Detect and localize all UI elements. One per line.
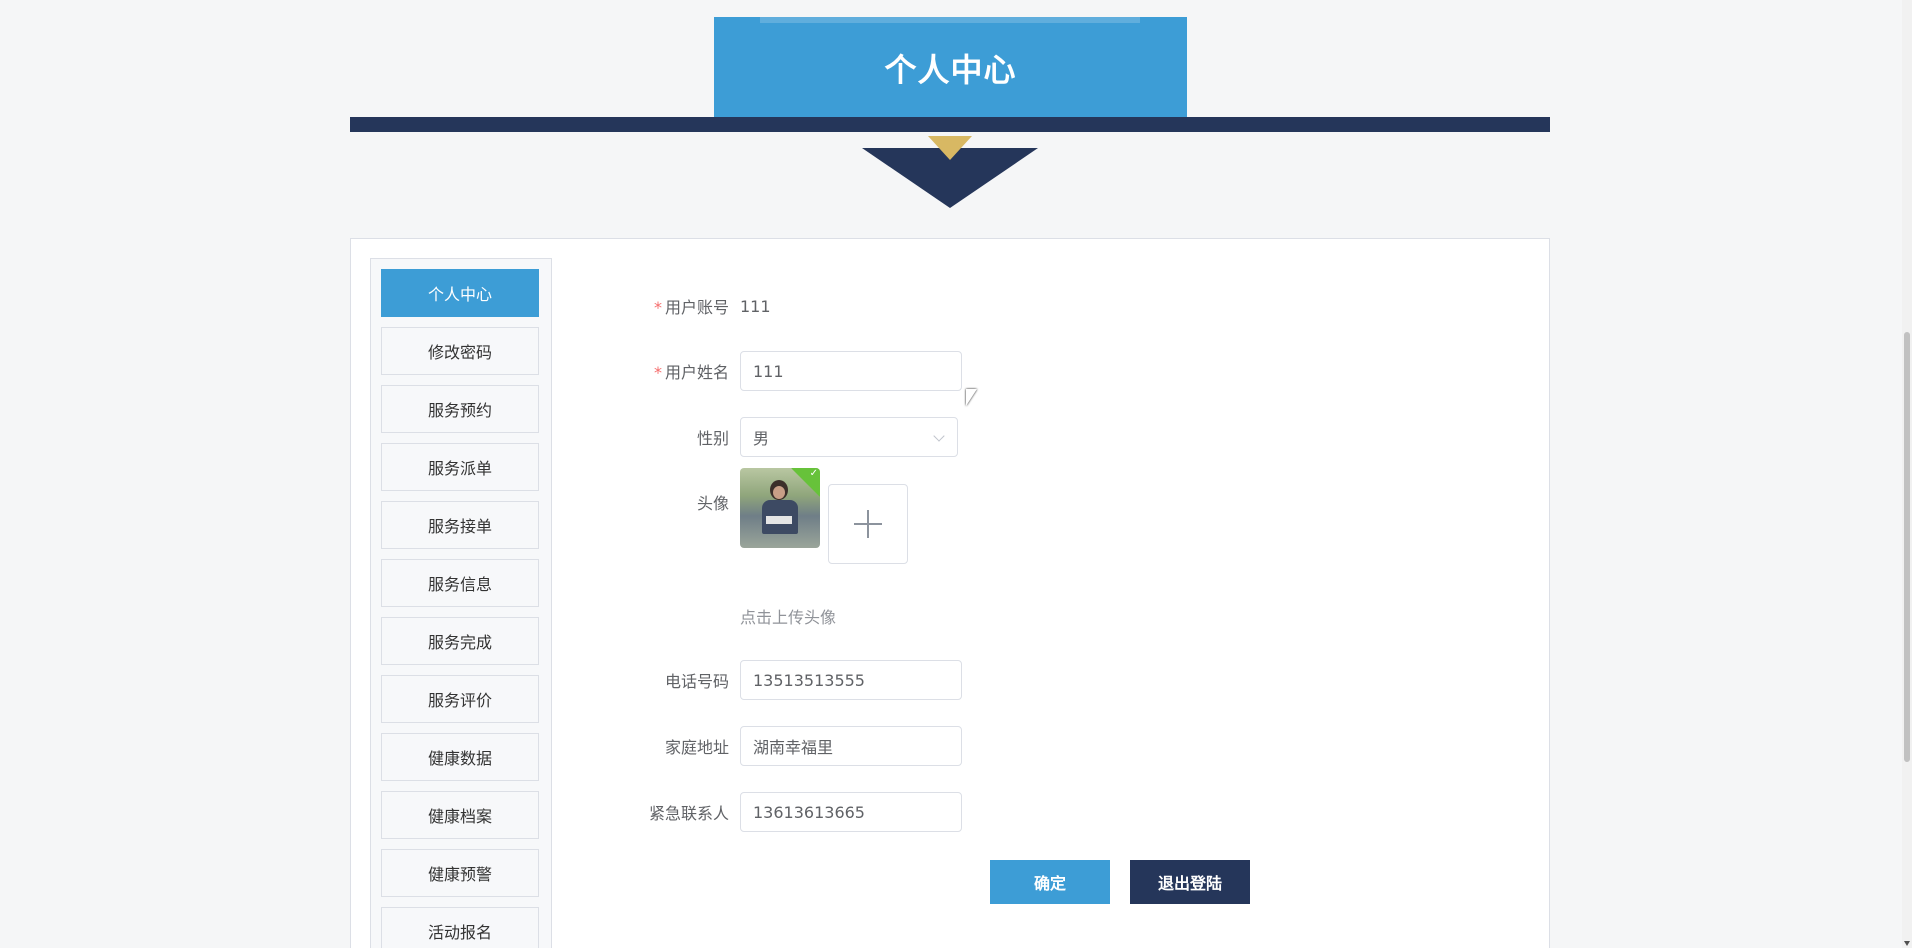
sidebar-item-change-password[interactable]: 修改密码	[381, 327, 539, 375]
gender-select[interactable]: 男	[740, 417, 958, 457]
title-highlight	[760, 17, 1140, 23]
form-actions: 确定 退出登陆	[990, 860, 1250, 904]
sidebar-item-personal-center[interactable]: 个人中心	[381, 269, 539, 317]
avatar-row: 头像 ✓	[640, 468, 908, 564]
plus-icon	[854, 510, 882, 538]
phone-input[interactable]	[740, 660, 962, 700]
avatar-image[interactable]: ✓	[740, 468, 820, 548]
sidebar-item-service-complete[interactable]: 服务完成	[381, 617, 539, 665]
sidebar-item-health-alert[interactable]: 健康预警	[381, 849, 539, 897]
sidebar-item-health-data[interactable]: 健康数据	[381, 733, 539, 781]
gender-row: 性别 男	[640, 417, 958, 457]
sidebar-item-service-info[interactable]: 服务信息	[381, 559, 539, 607]
confirm-button[interactable]: 确定	[990, 860, 1110, 904]
mouse-cursor-icon	[966, 389, 977, 406]
account-label: * 用户账号	[653, 298, 729, 317]
gender-selected-value: 男	[753, 429, 770, 448]
account-value: 111	[740, 296, 771, 316]
sidebar-item-service-accept[interactable]: 服务接单	[381, 501, 539, 549]
logout-button[interactable]: 退出登陆	[1130, 860, 1250, 904]
sidebar-item-service-review[interactable]: 服务评价	[381, 675, 539, 723]
name-input[interactable]	[740, 351, 962, 391]
avatar-upload-button[interactable]	[828, 484, 908, 564]
page: 个人中心 个人中心 修改密码 服务预约 服务派单 服务接单 服务信息 服务完成 …	[0, 0, 1912, 948]
emergency-label: 紧急联系人	[648, 804, 729, 823]
page-scrollbar[interactable]	[1902, 0, 1912, 948]
title-divider-bar	[350, 117, 1550, 132]
chevron-down-icon	[933, 430, 945, 442]
avatar-upload-hint: 点击上传头像	[740, 608, 837, 627]
address-row: 家庭地址	[640, 726, 962, 766]
phone-label: 电话号码	[664, 672, 729, 691]
avatar-book	[766, 516, 792, 524]
sidebar-item-service-booking[interactable]: 服务预约	[381, 385, 539, 433]
address-input[interactable]	[740, 726, 962, 766]
scrollbar-thumb[interactable]	[1904, 332, 1910, 762]
avatar-hint-row: 点击上传头像	[640, 604, 836, 628]
name-row: * 用户姓名	[640, 351, 962, 391]
sidebar-item-service-dispatch[interactable]: 服务派单	[381, 443, 539, 491]
required-mark: *	[653, 298, 662, 317]
name-label: * 用户姓名	[653, 363, 729, 382]
sidebar-menu: 个人中心 修改密码 服务预约 服务派单 服务接单 服务信息 服务完成 服务评价 …	[370, 258, 552, 948]
avatar-label: 头像	[696, 494, 729, 513]
account-row: * 用户账号 111	[640, 294, 771, 318]
scroll-down-arrow-icon[interactable]	[1904, 941, 1910, 946]
gold-arrow-decoration	[928, 136, 972, 160]
emergency-row: 紧急联系人	[640, 792, 962, 832]
gender-label: 性别	[696, 429, 729, 448]
sidebar-item-activity-signup[interactable]: 活动报名	[381, 907, 539, 948]
sidebar-item-health-record[interactable]: 健康档案	[381, 791, 539, 839]
emergency-contact-input[interactable]	[740, 792, 962, 832]
avatar-face	[773, 486, 785, 499]
required-mark: *	[653, 363, 662, 382]
page-title: 个人中心	[714, 17, 1187, 118]
check-icon: ✓	[809, 468, 818, 479]
address-label: 家庭地址	[664, 738, 729, 757]
phone-row: 电话号码	[640, 660, 962, 700]
